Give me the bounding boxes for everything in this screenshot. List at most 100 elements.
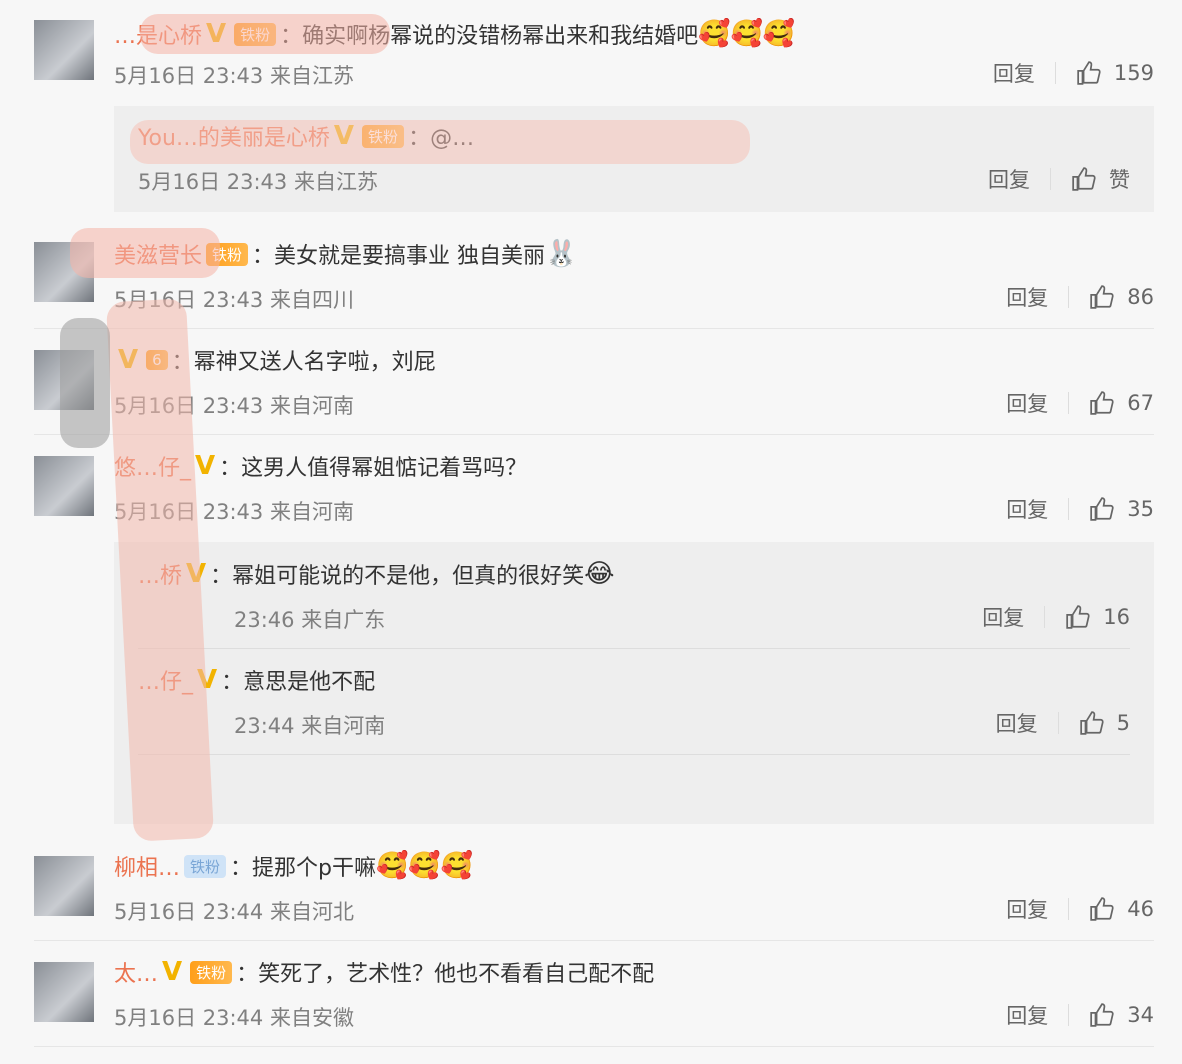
verified-v-icon: V	[197, 665, 218, 695]
reply-button[interactable]: 回复	[1006, 1000, 1048, 1030]
reply-button[interactable]: 回复	[1006, 494, 1048, 524]
divider	[1057, 712, 1059, 734]
verified-v-icon: V	[186, 559, 207, 589]
avatar[interactable]	[34, 856, 94, 916]
reply-button[interactable]: 回复	[1006, 894, 1048, 924]
comment-text: ：确实啊杨幂说的没错杨幂出来和我结婚吧	[280, 24, 699, 49]
reply-item: …仔_ V ：意思是他不配 23:44 来自河南 回复 5	[138, 664, 1130, 744]
username[interactable]: 柳相…	[114, 850, 180, 882]
comment-line: You…的美丽是心桥 V 铁粉 ：@…	[138, 120, 474, 152]
comment-item: 柳相… 铁粉 ：提那个p干嘛 🥰🥰🥰 5月16日 23:44 来自河北 回复 4…	[34, 850, 1154, 924]
username[interactable]: 太…	[114, 956, 158, 988]
username[interactable]: …仔_	[138, 664, 193, 696]
divider	[1068, 498, 1070, 520]
verified-v-icon: V	[162, 957, 183, 987]
verified-v-icon: V	[195, 451, 216, 481]
reply-button[interactable]: 回复	[996, 708, 1038, 738]
comment-line: 美滋营长 铁粉 ：美女就是要搞事业 独自美丽 🐰	[114, 238, 577, 270]
like-count: 159	[1113, 61, 1154, 85]
comment-line: 悠…仔_ V ：这男人值得幂姐惦记着骂吗？	[114, 450, 527, 482]
comment-text: ：提那个p干嘛	[230, 856, 376, 881]
verified-v-icon: V	[206, 19, 227, 49]
thumbs-up-icon[interactable]	[1076, 60, 1102, 86]
avatar[interactable]	[34, 242, 94, 302]
comment-item: 悠…仔_ V ：这男人值得幂姐惦记着骂吗？ 5月16日 23:43 来自河南 回…	[34, 450, 1154, 524]
row-divider	[34, 328, 1154, 329]
thumbs-up-icon[interactable]	[1079, 710, 1105, 736]
comment-meta: 23:44 来自河南	[234, 714, 386, 738]
divider	[1068, 392, 1070, 414]
thumbs-up-icon[interactable]	[1089, 496, 1115, 522]
thumbs-up-icon[interactable]	[1089, 1002, 1115, 1028]
comment-actions: 回复 赞	[988, 164, 1130, 194]
username[interactable]: 悠…仔_	[114, 450, 191, 482]
comment-item: V 6 ：幂神又送人名字啦，刘屁 5月16日 23:43 来自河南 回复 67	[34, 344, 1154, 418]
comment-meta: 5月16日 23:43 来自河南	[114, 500, 354, 524]
comment-line: 柳相… 铁粉 ：提那个p干嘛 🥰🥰🥰	[114, 850, 473, 882]
row-divider	[138, 648, 1130, 649]
emoji-icon: 🥰🥰🥰	[698, 19, 796, 49]
comment-text: ：意思是他不配	[221, 670, 376, 695]
username[interactable]: 美滋营长	[114, 238, 202, 270]
like-count: 35	[1127, 497, 1154, 521]
comment-actions: 回复 46	[1006, 894, 1154, 924]
reply-button[interactable]: 回复	[993, 58, 1035, 88]
fan-badge: 铁粉	[184, 854, 227, 878]
reply-button[interactable]: 回复	[1006, 388, 1048, 418]
comment-meta: 5月16日 23:44 来自安徽	[114, 1006, 354, 1030]
thumbs-up-icon[interactable]	[1089, 284, 1115, 310]
thumbs-up-icon[interactable]	[1089, 896, 1115, 922]
like-count: 16	[1103, 605, 1130, 629]
comment-actions: 回复 86	[1006, 282, 1154, 312]
emoji-icon: 🥰🥰🥰	[376, 851, 474, 881]
thumbs-up-icon[interactable]	[1089, 390, 1115, 416]
fan-badge: 6	[146, 350, 168, 370]
avatar[interactable]	[34, 962, 94, 1022]
fan-badge: 铁粉	[206, 242, 249, 266]
reply-thread: You…的美丽是心桥 V 铁粉 ：@… 5月16日 23:43 来自江苏 回复 …	[114, 106, 1154, 212]
verified-v-icon: V	[118, 345, 139, 375]
comment-line: …桥 V ：幂姐可能说的不是他，但真的很好笑 😂	[138, 558, 615, 590]
comment-meta: 5月16日 23:43 来自江苏	[114, 64, 354, 88]
divider	[1068, 286, 1070, 308]
like-count: 5	[1116, 711, 1130, 735]
like-count: 86	[1127, 285, 1154, 309]
fan-badge: 铁粉	[190, 960, 233, 984]
reply-button[interactable]: 回复	[988, 164, 1030, 194]
comment-line: …是心桥 V 铁粉 ：确实啊杨幂说的没错杨幂出来和我结婚吧 🥰🥰🥰	[114, 18, 795, 50]
divider	[1068, 1004, 1070, 1026]
username[interactable]: …是心桥	[114, 18, 202, 50]
comment-text: ：美女就是要搞事业 独自美丽	[252, 244, 546, 269]
reply-button[interactable]: 回复	[1006, 282, 1048, 312]
avatar[interactable]	[34, 456, 94, 516]
comment-line: V 6 ：幂神又送人名字啦，刘屁	[114, 344, 436, 376]
comment-text: ：这男人值得幂姐惦记着骂吗？	[219, 456, 528, 481]
thumbs-up-icon[interactable]	[1065, 604, 1091, 630]
comment-item: 太… V 铁粉 ：笑死了，艺术性？他也不看看自己配不配 5月16日 23:44 …	[34, 956, 1154, 1030]
thumbs-up-icon[interactable]	[1071, 166, 1097, 192]
comment-item: …是心桥 V 铁粉 ：确实啊杨幂说的没错杨幂出来和我结婚吧 🥰🥰🥰 5月16日 …	[34, 18, 1154, 88]
comment-meta: 23:46 来自广东	[234, 608, 386, 632]
comment-list: …是心桥 V 铁粉 ：确实啊杨幂说的没错杨幂出来和我结婚吧 🥰🥰🥰 5月16日 …	[0, 0, 1182, 1064]
divider	[1050, 168, 1051, 190]
like-label[interactable]: 赞	[1109, 164, 1130, 194]
divider	[1054, 62, 1056, 84]
avatar[interactable]	[34, 350, 94, 410]
comment-line: …仔_ V ：意思是他不配	[138, 664, 375, 696]
comment-text: ：幂姐可能说的不是他，但真的很好笑	[210, 564, 585, 589]
username[interactable]: …桥	[138, 558, 182, 590]
comment-actions: 回复 67	[1006, 388, 1154, 418]
comment-line: 太… V 铁粉 ：笑死了，艺术性？他也不看看自己配不配	[114, 956, 654, 988]
reply-item: …桥 V ：幂姐可能说的不是他，但真的很好笑 😂 23:46 来自广东 回复 1…	[138, 558, 1130, 638]
avatar[interactable]	[34, 20, 94, 80]
comment-actions: 回复 34	[1006, 1000, 1154, 1030]
like-count: 34	[1127, 1003, 1154, 1027]
row-divider	[138, 754, 1130, 755]
like-count: 46	[1127, 897, 1154, 921]
reply-button[interactable]: 回复	[982, 602, 1024, 632]
username[interactable]: You…的美丽是心桥	[138, 120, 330, 152]
row-divider	[34, 1046, 1154, 1047]
comment-meta: 5月16日 23:43 来自四川	[114, 288, 354, 312]
row-divider	[34, 940, 1154, 941]
fan-badge: 铁粉	[362, 124, 405, 148]
